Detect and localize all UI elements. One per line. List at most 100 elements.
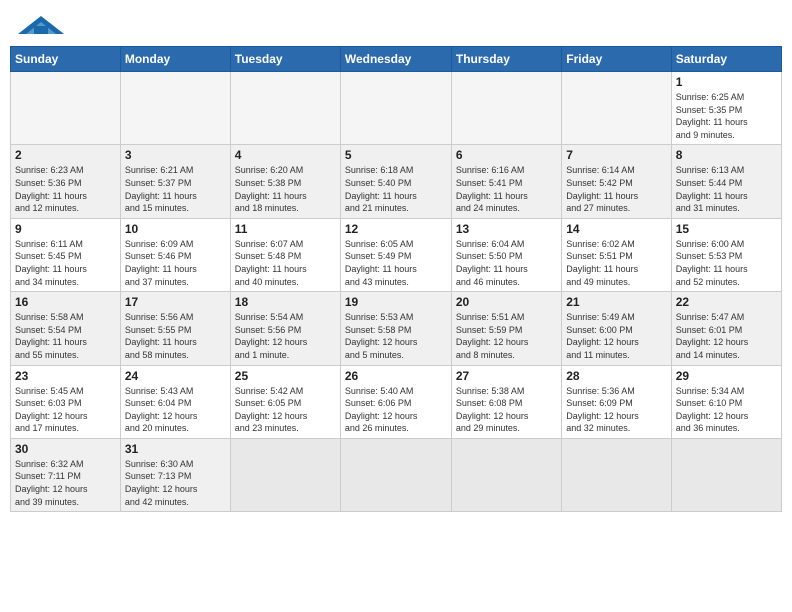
day-number: 26	[345, 369, 447, 383]
calendar-day-cell: 20 Sunrise: 5:51 AMSunset: 5:59 PMDayligh…	[451, 292, 561, 365]
day-info: Sunrise: 6:25 AMSunset: 5:35 PMDaylight:…	[676, 91, 777, 141]
day-info: Sunrise: 6:20 AMSunset: 5:38 PMDaylight:…	[235, 164, 336, 214]
day-info: Sunrise: 6:23 AMSunset: 5:36 PMDaylight:…	[15, 164, 116, 214]
day-info: Sunrise: 6:18 AMSunset: 5:40 PMDaylight:…	[345, 164, 447, 214]
calendar-day-cell: 19 Sunrise: 5:53 AMSunset: 5:58 PMDayligh…	[340, 292, 451, 365]
calendar-week-row: 9 Sunrise: 6:11 AMSunset: 5:45 PMDaylight…	[11, 218, 782, 291]
calendar-week-row: 30 Sunrise: 6:32 AMSunset: 7:11 PMDayligh…	[11, 438, 782, 511]
calendar-day-cell: 29 Sunrise: 5:34 AMSunset: 6:10 PMDayligh…	[671, 365, 781, 438]
day-info: Sunrise: 5:58 AMSunset: 5:54 PMDaylight:…	[15, 311, 116, 361]
day-number: 21	[566, 295, 666, 309]
calendar-day-cell: 8Sunrise: 6:13 AMSunset: 5:44 PMDaylight…	[671, 145, 781, 218]
calendar-week-row: 2 Sunrise: 6:23 AMSunset: 5:36 PMDaylight…	[11, 145, 782, 218]
calendar-header-row: SundayMondayTuesdayWednesdayThursdayFrid…	[11, 47, 782, 72]
calendar-day-cell: 30 Sunrise: 6:32 AMSunset: 7:11 PMDayligh…	[11, 438, 121, 511]
weekday-header-tuesday: Tuesday	[230, 47, 340, 72]
day-info: Sunrise: 6:05 AMSunset: 5:49 PMDaylight:…	[345, 238, 447, 288]
day-number: 11	[235, 222, 336, 236]
calendar-week-row: 23Sunrise: 5:45 AMSunset: 6:03 PMDayligh…	[11, 365, 782, 438]
weekday-header-wednesday: Wednesday	[340, 47, 451, 72]
calendar-day-cell: 31 Sunrise: 6:30 AMSunset: 7:13 PMDayligh…	[120, 438, 230, 511]
day-info: Sunrise: 6:32 AMSunset: 7:11 PMDaylight:…	[15, 458, 116, 508]
calendar-week-row: 1 Sunrise: 6:25 AMSunset: 5:35 PMDaylight…	[11, 72, 782, 145]
day-info: Sunrise: 5:54 AMSunset: 5:56 PMDaylight:…	[235, 311, 336, 361]
calendar-day-cell: 3 Sunrise: 6:21 AMSunset: 5:37 PMDaylight…	[120, 145, 230, 218]
day-info: Sunrise: 6:02 AMSunset: 5:51 PMDaylight:…	[566, 238, 666, 288]
day-info: Sunrise: 6:04 AMSunset: 5:50 PMDaylight:…	[456, 238, 557, 288]
day-number: 12	[345, 222, 447, 236]
calendar-day-cell: 2 Sunrise: 6:23 AMSunset: 5:36 PMDaylight…	[11, 145, 121, 218]
day-number: 30	[15, 442, 116, 456]
calendar-day-cell: 13Sunrise: 6:04 AMSunset: 5:50 PMDayligh…	[451, 218, 561, 291]
day-number: 24	[125, 369, 226, 383]
day-info: Sunrise: 5:34 AMSunset: 6:10 PMDaylight:…	[676, 385, 777, 435]
day-info: Sunrise: 6:07 AMSunset: 5:48 PMDaylight:…	[235, 238, 336, 288]
day-info: Sunrise: 5:56 AMSunset: 5:55 PMDaylight:…	[125, 311, 226, 361]
calendar-table: SundayMondayTuesdayWednesdayThursdayFrid…	[10, 46, 782, 512]
calendar-day-cell: 16 Sunrise: 5:58 AMSunset: 5:54 PMDayligh…	[11, 292, 121, 365]
logo	[16, 14, 66, 36]
logo-icon	[16, 14, 66, 36]
day-number: 31	[125, 442, 226, 456]
day-info: Sunrise: 6:09 AMSunset: 5:46 PMDaylight:…	[125, 238, 226, 288]
calendar-day-cell: 17 Sunrise: 5:56 AMSunset: 5:55 PMDayligh…	[120, 292, 230, 365]
day-number: 17	[125, 295, 226, 309]
day-info: Sunrise: 6:14 AMSunset: 5:42 PMDaylight:…	[566, 164, 666, 214]
day-number: 5	[345, 148, 447, 162]
day-number: 1	[676, 75, 777, 89]
day-number: 19	[345, 295, 447, 309]
calendar-day-cell	[11, 72, 121, 145]
day-number: 23	[15, 369, 116, 383]
calendar-day-cell: 15Sunrise: 6:00 AMSunset: 5:53 PMDayligh…	[671, 218, 781, 291]
day-number: 18	[235, 295, 336, 309]
calendar-day-cell: 23Sunrise: 5:45 AMSunset: 6:03 PMDayligh…	[11, 365, 121, 438]
day-info: Sunrise: 6:13 AMSunset: 5:44 PMDaylight:…	[676, 164, 777, 214]
calendar-day-cell: 27Sunrise: 5:38 AMSunset: 6:08 PMDayligh…	[451, 365, 561, 438]
day-info: Sunrise: 5:47 AMSunset: 6:01 PMDaylight:…	[676, 311, 777, 361]
day-number: 7	[566, 148, 666, 162]
calendar-day-cell: 6Sunrise: 6:16 AMSunset: 5:41 PMDaylight…	[451, 145, 561, 218]
day-info: Sunrise: 5:42 AMSunset: 6:05 PMDaylight:…	[235, 385, 336, 435]
day-number: 22	[676, 295, 777, 309]
day-info: Sunrise: 6:11 AMSunset: 5:45 PMDaylight:…	[15, 238, 116, 288]
day-number: 2	[15, 148, 116, 162]
calendar-day-cell: 21 Sunrise: 5:49 AMSunset: 6:00 PMDayligh…	[562, 292, 671, 365]
calendar-week-row: 16 Sunrise: 5:58 AMSunset: 5:54 PMDayligh…	[11, 292, 782, 365]
day-info: Sunrise: 5:38 AMSunset: 6:08 PMDaylight:…	[456, 385, 557, 435]
calendar-day-cell	[451, 72, 561, 145]
calendar-day-cell	[451, 438, 561, 511]
calendar-day-cell: 9 Sunrise: 6:11 AMSunset: 5:45 PMDaylight…	[11, 218, 121, 291]
day-number: 14	[566, 222, 666, 236]
weekday-header-sunday: Sunday	[11, 47, 121, 72]
calendar-day-cell: 26Sunrise: 5:40 AMSunset: 6:06 PMDayligh…	[340, 365, 451, 438]
weekday-header-friday: Friday	[562, 47, 671, 72]
day-number: 9	[15, 222, 116, 236]
calendar-day-cell: 10 Sunrise: 6:09 AMSunset: 5:46 PMDayligh…	[120, 218, 230, 291]
day-info: Sunrise: 5:53 AMSunset: 5:58 PMDaylight:…	[345, 311, 447, 361]
calendar-day-cell: 5 Sunrise: 6:18 AMSunset: 5:40 PMDaylight…	[340, 145, 451, 218]
day-number: 20	[456, 295, 557, 309]
day-number: 25	[235, 369, 336, 383]
calendar-day-cell: 28Sunrise: 5:36 AMSunset: 6:09 PMDayligh…	[562, 365, 671, 438]
calendar-day-cell: 18 Sunrise: 5:54 AMSunset: 5:56 PMDayligh…	[230, 292, 340, 365]
calendar-day-cell	[340, 438, 451, 511]
calendar-day-cell: 12 Sunrise: 6:05 AMSunset: 5:49 PMDayligh…	[340, 218, 451, 291]
day-number: 4	[235, 148, 336, 162]
calendar-day-cell	[671, 438, 781, 511]
calendar-day-cell: 24Sunrise: 5:43 AMSunset: 6:04 PMDayligh…	[120, 365, 230, 438]
calendar-day-cell: 14 Sunrise: 6:02 AMSunset: 5:51 PMDayligh…	[562, 218, 671, 291]
day-number: 29	[676, 369, 777, 383]
day-number: 10	[125, 222, 226, 236]
day-info: Sunrise: 5:51 AMSunset: 5:59 PMDaylight:…	[456, 311, 557, 361]
day-info: Sunrise: 6:16 AMSunset: 5:41 PMDaylight:…	[456, 164, 557, 214]
day-info: Sunrise: 5:49 AMSunset: 6:00 PMDaylight:…	[566, 311, 666, 361]
day-info: Sunrise: 6:30 AMSunset: 7:13 PMDaylight:…	[125, 458, 226, 508]
day-number: 16	[15, 295, 116, 309]
day-number: 3	[125, 148, 226, 162]
day-info: Sunrise: 6:21 AMSunset: 5:37 PMDaylight:…	[125, 164, 226, 214]
calendar-day-cell	[562, 72, 671, 145]
calendar-day-cell: 1 Sunrise: 6:25 AMSunset: 5:35 PMDaylight…	[671, 72, 781, 145]
calendar-day-cell: 4 Sunrise: 6:20 AMSunset: 5:38 PMDaylight…	[230, 145, 340, 218]
page-header	[10, 10, 782, 40]
calendar-day-cell	[230, 438, 340, 511]
